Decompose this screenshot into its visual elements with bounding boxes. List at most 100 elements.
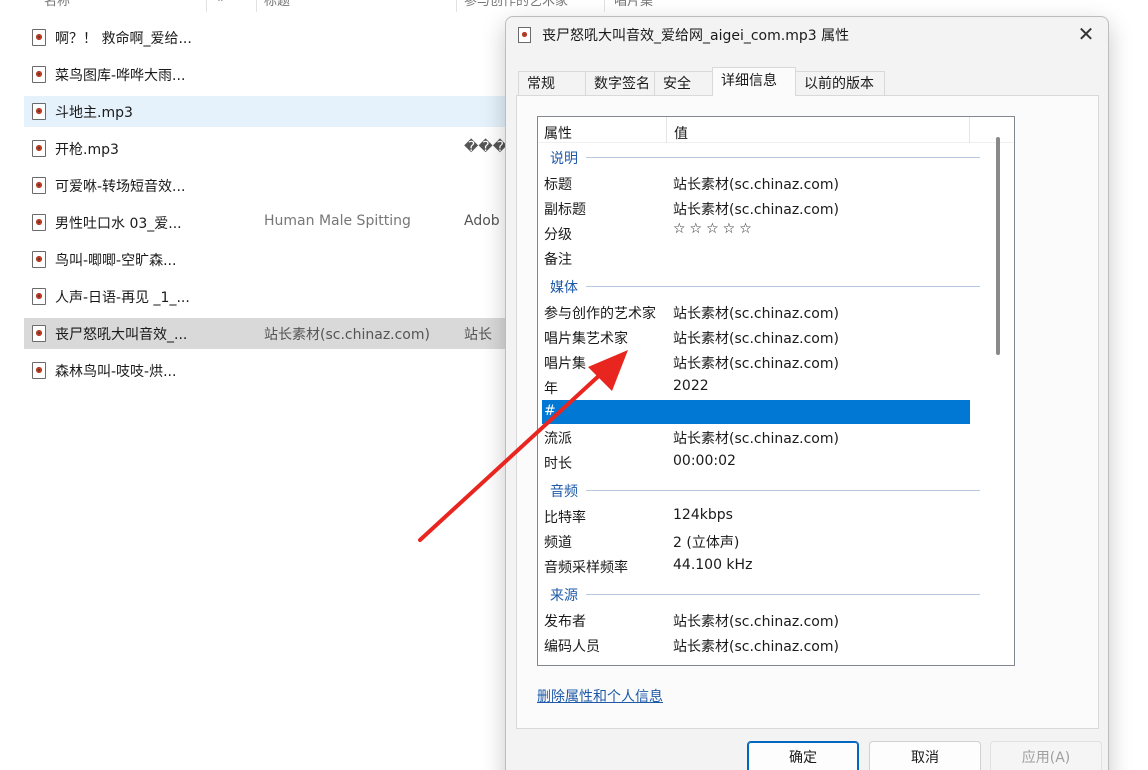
property-value: 2022 [673, 378, 709, 394]
tab-digital-signatures[interactable]: 数字签名 [585, 71, 655, 96]
audio-file-icon [32, 66, 46, 83]
column-divider[interactable] [256, 0, 257, 12]
scrollbar-thumb[interactable] [996, 137, 1000, 355]
audio-file-icon [32, 288, 46, 305]
property-key: # [544, 403, 556, 419]
file-artist: Adob [464, 213, 500, 229]
property-row-contributing-artists[interactable]: 参与创作的艺术家 站长素材(sc.chinaz.com) [542, 300, 970, 324]
group-origin: 来源 [550, 588, 578, 604]
property-key: 参与创作的艺术家 [544, 306, 656, 322]
property-key: 副标题 [544, 202, 586, 218]
property-key: 标题 [544, 177, 572, 193]
audio-file-icon [518, 27, 531, 43]
file-name: 人声-日语-再见 _1_... [55, 290, 190, 306]
column-divider[interactable] [206, 0, 207, 12]
property-key: 编码人员 [544, 639, 600, 655]
tab-previous-versions[interactable]: 以前的版本 [795, 71, 885, 96]
property-row-publisher[interactable]: 发布者 站长素材(sc.chinaz.com) [542, 608, 970, 632]
property-value: 站长素材(sc.chinaz.com) [673, 639, 839, 655]
file-title: 站长素材(sc.chinaz.com) [264, 327, 430, 343]
group-divider [586, 594, 980, 595]
file-name: 斗地主.mp3 [55, 105, 133, 121]
file-name: 可爱咻-转场短音效... [55, 179, 186, 195]
column-divider[interactable] [604, 0, 605, 12]
file-name: 男性吐口水 03_爱... [55, 216, 182, 232]
file-name: 菜鸟图库-哗哗大雨... [55, 68, 186, 84]
property-row-album[interactable]: 唱片集 站长素材(sc.chinaz.com) [542, 350, 970, 374]
ok-button[interactable]: 确定 [747, 741, 859, 770]
column-divider[interactable] [456, 0, 457, 12]
property-value: 00:00:02 [673, 453, 736, 469]
property-row-title[interactable]: 标题 站长素材(sc.chinaz.com) [542, 171, 970, 195]
property-row-length[interactable]: 时长 00:00:02 [542, 450, 970, 474]
tab-details[interactable]: 详细信息 [712, 67, 796, 96]
audio-file-icon [32, 214, 46, 231]
group-description: 说明 [550, 151, 578, 167]
property-value: 站长素材(sc.chinaz.com) [673, 356, 839, 372]
audio-file-icon [32, 29, 46, 46]
property-row-channels[interactable]: 频道 2 (立体声) [542, 529, 970, 553]
property-key: 年 [544, 381, 558, 397]
header-property[interactable]: 属性 [544, 123, 572, 143]
audio-file-icon [32, 140, 46, 157]
audio-file-icon [32, 362, 46, 379]
property-row-track-number[interactable]: # [542, 400, 970, 424]
property-key: 流派 [544, 431, 572, 447]
property-key: 唱片集 [544, 356, 586, 372]
property-row-bitrate[interactable]: 比特率 124kbps [542, 504, 970, 528]
property-value: 站长素材(sc.chinaz.com) [673, 431, 839, 447]
column-title[interactable]: 标题 [264, 0, 290, 9]
header-divider[interactable] [969, 117, 970, 143]
property-value: 站长素材(sc.chinaz.com) [673, 331, 839, 347]
list-header: 属性 值 [538, 117, 1014, 143]
group-audio: 音频 [550, 484, 578, 500]
property-row-encoded-by[interactable]: 编码人员 站长素材(sc.chinaz.com) [542, 633, 970, 657]
property-row-album-artist[interactable]: 唱片集艺术家 站长素材(sc.chinaz.com) [542, 325, 970, 349]
header-divider[interactable] [666, 117, 667, 143]
file-name: 森林鸟叫-吱吱-烘... [55, 364, 177, 380]
audio-file-icon [32, 103, 46, 120]
tab-general[interactable]: 常规 [518, 71, 586, 96]
header-value[interactable]: 值 [674, 123, 688, 143]
property-value: 站长素材(sc.chinaz.com) [673, 614, 839, 630]
audio-file-icon [32, 325, 46, 342]
property-key: 频道 [544, 535, 572, 551]
property-row-year[interactable]: 年 2022 [542, 375, 970, 399]
rating-stars-icon[interactable]: ☆☆☆☆☆ [673, 221, 756, 237]
remove-properties-link[interactable]: 删除属性和个人信息 [537, 686, 663, 706]
apply-button[interactable]: 应用(A) [990, 741, 1102, 770]
cancel-button[interactable]: 取消 [869, 741, 981, 770]
property-row-subtitle[interactable]: 副标题 站长素材(sc.chinaz.com) [542, 196, 970, 220]
property-value: 站长素材(sc.chinaz.com) [673, 177, 839, 193]
property-key: 分级 [544, 227, 572, 243]
details-panel: 属性 值 说明 标题 站长素材(sc.chinaz.com) 副标题 站长素材(… [516, 95, 1099, 729]
tab-security[interactable]: 安全 [654, 71, 713, 96]
property-row-rating[interactable]: 分级 ☆☆☆☆☆ [542, 221, 970, 245]
property-key: 比特率 [544, 510, 586, 526]
property-value: 站长素材(sc.chinaz.com) [673, 202, 839, 218]
property-key: 唱片集艺术家 [544, 331, 628, 347]
property-row-sample-rate[interactable]: 音频采样频率 44.100 kHz [542, 554, 970, 578]
dialog-title: 丧尸怒吼大叫音效_爱给网_aigei_com.mp3 属性 [542, 28, 850, 44]
group-media: 媒体 [550, 280, 578, 296]
property-key: 时长 [544, 456, 572, 472]
property-row-genre[interactable]: 流派 站长素材(sc.chinaz.com) [542, 425, 970, 449]
file-name: 啊？！ 救命啊_爱给... [55, 31, 192, 47]
file-name: 鸟叫-唧唧-空旷森... [55, 253, 177, 269]
property-key: 备注 [544, 252, 572, 268]
property-key: 音频采样频率 [544, 560, 628, 576]
property-list[interactable]: 属性 值 说明 标题 站长素材(sc.chinaz.com) 副标题 站长素材(… [537, 116, 1015, 666]
file-name: 开枪.mp3 [55, 142, 119, 158]
property-value: 44.100 kHz [673, 557, 753, 573]
column-number[interactable]: # [216, 0, 227, 5]
file-artist: 站长 [464, 327, 492, 343]
file-title: Human Male Spitting [264, 213, 411, 229]
close-icon[interactable]: ✕ [1072, 23, 1100, 47]
audio-file-icon [32, 177, 46, 194]
property-value: 站长素材(sc.chinaz.com) [673, 306, 839, 322]
column-artist[interactable]: 参与创作的艺术家 [464, 0, 568, 9]
column-name[interactable]: 名称 [44, 0, 70, 9]
property-row-comments[interactable]: 备注 [542, 246, 970, 270]
column-album[interactable]: 唱片集 [614, 0, 653, 9]
property-value: 2 (立体声) [673, 535, 740, 551]
